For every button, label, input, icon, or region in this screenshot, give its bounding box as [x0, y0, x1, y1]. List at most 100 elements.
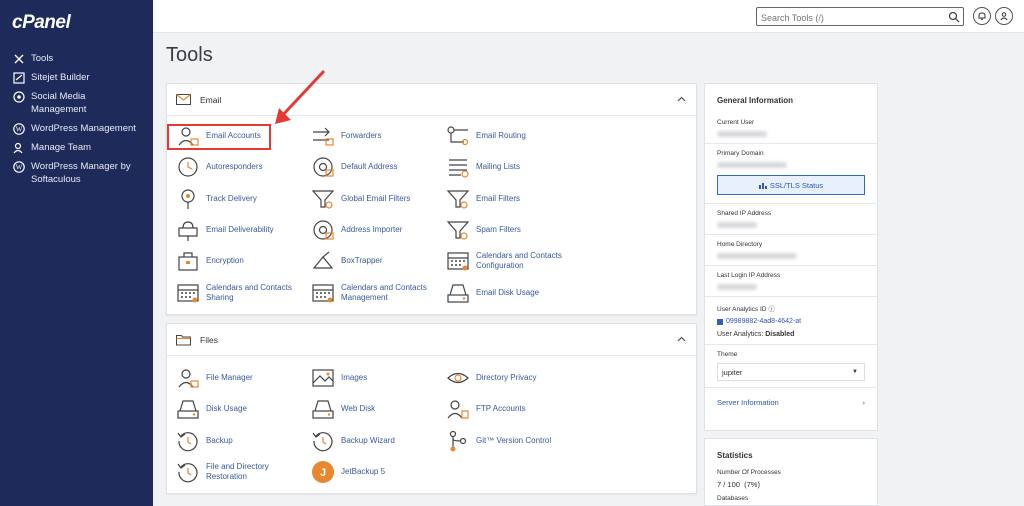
analytics-status: User Analytics: Disabled: [717, 331, 795, 338]
web-disk-icon: [311, 397, 335, 421]
user-menu-button[interactable]: [995, 7, 1013, 25]
tool-label: Backup: [206, 435, 233, 445]
tool-directory-privacy[interactable]: Directory Privacy: [446, 364, 576, 392]
lock-box-icon: [176, 249, 200, 273]
sidebar-item-wordpress[interactable]: W WordPress Management: [0, 120, 153, 139]
tool-web-disk[interactable]: Web Disk: [311, 395, 441, 423]
section-title: Files: [200, 334, 218, 345]
bar-chart-icon: [758, 182, 767, 189]
current-user-row: Current User: [705, 113, 877, 144]
tool-email-deliverability[interactable]: Email Deliverability: [176, 216, 306, 244]
sidebar-item-social-media[interactable]: Social Media Management: [0, 88, 153, 120]
sidebar-item-wordpress-softaculous[interactable]: W WordPress Manager by Softaculous: [0, 158, 153, 190]
general-information-panel: General Information Current User Primary…: [704, 83, 878, 431]
ssl-tls-status-button[interactable]: SSL/TLS Status: [717, 175, 865, 195]
search-box[interactable]: [756, 7, 964, 27]
sitejet-icon: [12, 71, 25, 84]
email-accounts-highlight-box: [167, 124, 271, 150]
wordpress-icon: W: [12, 160, 25, 173]
tool-backup[interactable]: Backup: [176, 427, 306, 455]
tool-email-disk-usage[interactable]: Email Disk Usage: [446, 279, 576, 307]
tool-calendars-and-contacts-configuration[interactable]: Calendars and Contacts Configuration: [446, 247, 576, 275]
tool-mailing-lists[interactable]: Mailing Lists: [446, 153, 576, 181]
clock-icon: [176, 155, 200, 179]
tool-jetbackup-5[interactable]: J JetBackup 5: [311, 458, 441, 486]
sidebar: cPanel Tools Sitejet Builder Social Medi…: [0, 0, 153, 506]
backup-wizard-icon: [311, 429, 335, 453]
tool-forwarders[interactable]: Forwarders: [311, 122, 441, 150]
analytics-id[interactable]: 09989882-4ad8-4642-at: [717, 318, 865, 325]
tool-label: FTP Accounts: [476, 404, 526, 414]
sidebar-item-label: WordPress Management: [31, 123, 136, 134]
tool-file-and-directory-restoration[interactable]: File and Directory Restoration: [176, 458, 306, 486]
search-input[interactable]: [757, 9, 945, 27]
tool-label: Email Routing: [476, 131, 526, 140]
primary-domain-row: Primary Domain SSL/TLS Status: [705, 144, 877, 204]
funnel-icon: [311, 187, 335, 211]
tool-label: Calendars and Contacts Configuration: [476, 251, 562, 271]
red-arrow-annotation: [275, 69, 326, 124]
chevron-up-icon[interactable]: [677, 335, 686, 344]
calendar-icon: [446, 249, 470, 273]
disk-icon: [176, 397, 200, 421]
tool-encryption[interactable]: Encryption: [176, 247, 306, 275]
tool-disk-usage[interactable]: Disk Usage: [176, 395, 306, 423]
chevron-right-icon: ›: [862, 398, 866, 407]
tool-label: Calendars and Contacts Management: [341, 282, 427, 302]
folder-icon: [176, 334, 191, 346]
at-sign-icon: [311, 155, 335, 179]
sidebar-item-sitejet[interactable]: Sitejet Builder: [0, 69, 153, 88]
tool-spam-filters[interactable]: Spam Filters: [446, 216, 576, 244]
social-media-icon: [12, 90, 25, 103]
tool-label: Autoresponders: [206, 162, 263, 172]
tool-git-version-control[interactable]: Git™ Version Control: [446, 427, 576, 455]
sidebar-item-label: Sitejet Builder: [31, 72, 90, 83]
svg-text:W: W: [15, 163, 22, 171]
home-directory-row: Home Directory: [705, 235, 877, 266]
tool-backup-wizard[interactable]: Backup Wizard: [311, 427, 441, 455]
tool-email-routing[interactable]: Email Routing: [446, 122, 576, 150]
tool-autoresponders[interactable]: Autoresponders: [176, 153, 306, 181]
current-user-label: Current User: [717, 119, 755, 126]
tool-images[interactable]: Images: [311, 364, 441, 392]
last-login-label: Last Login IP Address: [717, 272, 781, 279]
bell-icon: [978, 12, 986, 20]
tool-address-importer[interactable]: Address Importer: [311, 216, 441, 244]
calendar-icon: [311, 281, 335, 305]
ssl-button-label: SSL/TLS Status: [769, 180, 824, 190]
shared-ip-row: Shared IP Address: [705, 204, 877, 235]
tool-track-delivery[interactable]: Track Delivery: [176, 185, 306, 213]
help-icon[interactable]: ⓘ: [768, 306, 775, 313]
git-icon: [446, 429, 470, 453]
notifications-button[interactable]: [973, 7, 991, 25]
disk-icon: [446, 281, 470, 305]
tool-boxtrapper[interactable]: BoxTrapper: [311, 247, 441, 275]
theme-select[interactable]: jupiter ▼: [717, 363, 865, 381]
redacted-value: [717, 162, 787, 168]
email-section: Email Email Accounts Forwarders Email Rout…: [166, 83, 697, 315]
tool-global-email-filters[interactable]: Global Email Filters: [311, 185, 441, 213]
location-pin-icon: [176, 187, 200, 211]
tool-ftp-accounts[interactable]: FTP Accounts: [446, 395, 576, 423]
tool-label: Email Deliverability: [206, 224, 274, 234]
tool-email-filters[interactable]: Email Filters: [446, 185, 576, 213]
tool-calendars-and-contacts-management[interactable]: Calendars and Contacts Management: [311, 279, 441, 307]
sidebar-item-tools[interactable]: Tools: [0, 50, 153, 69]
tool-label: Disk Usage: [206, 404, 247, 414]
email-section-header[interactable]: Email: [167, 84, 696, 116]
chevron-up-icon[interactable]: [677, 95, 686, 104]
tool-default-address[interactable]: Default Address: [311, 153, 441, 181]
image-icon: [311, 366, 335, 390]
theme-row: Theme jupiter ▼: [705, 345, 877, 388]
tool-file-manager[interactable]: File Manager: [176, 364, 306, 392]
server-information-link[interactable]: Server Information ›: [705, 388, 877, 417]
tool-calendars-and-contacts-sharing[interactable]: Calendars and Contacts Sharing: [176, 279, 306, 307]
panel-title: General Information: [717, 96, 794, 105]
files-section-header[interactable]: Files: [167, 324, 696, 356]
trap-icon: [311, 249, 335, 273]
tool-label: Git™ Version Control: [476, 435, 552, 445]
eye-icon: [446, 366, 470, 390]
sidebar-item-manage-team[interactable]: Manage Team: [0, 139, 153, 158]
search-icon[interactable]: [948, 11, 960, 23]
cpanel-logo[interactable]: cPanel: [12, 12, 71, 34]
